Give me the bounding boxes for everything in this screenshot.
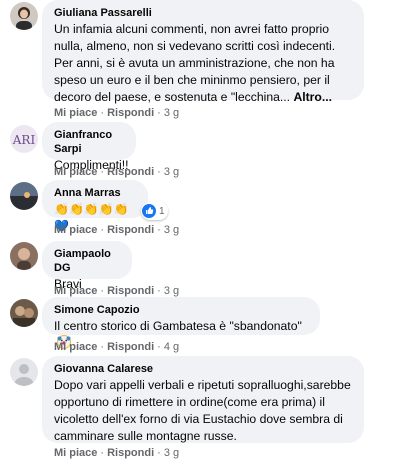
separator: · — [100, 447, 105, 459]
separator: · — [157, 107, 161, 119]
comment-actions: Mi piace · Rispondi · 4 g — [54, 340, 179, 354]
comment-time[interactable]: 4 g — [164, 341, 179, 353]
separator: · — [157, 447, 161, 459]
reaction-count: 1 — [159, 205, 165, 217]
comment-author[interactable]: Anna Marras — [54, 186, 136, 200]
comment-actions: Mi piace · Rispondi · 3 g — [54, 284, 179, 298]
comment-author[interactable]: Gianfranco Sarpi — [54, 128, 124, 156]
like-reaction-icon — [142, 204, 156, 218]
comment-author[interactable]: Giovanna Calarese — [54, 362, 352, 376]
like-button[interactable]: Mi piace — [54, 166, 97, 178]
comment-time[interactable]: 3 g — [164, 107, 179, 119]
separator: · — [157, 224, 161, 236]
separator: · — [100, 341, 105, 353]
avatar[interactable] — [10, 242, 38, 270]
comment-author[interactable]: Giuliana Passarelli — [54, 6, 352, 20]
separator: · — [157, 166, 161, 178]
comment-time[interactable]: 3 g — [164, 285, 179, 297]
like-button[interactable]: Mi piace — [54, 285, 97, 297]
comment-bubble: Simone Capozio Il centro storico di Gamb… — [42, 297, 320, 349]
avatar[interactable] — [10, 358, 38, 386]
comment-actions: Mi piace · Rispondi · 3 g — [54, 106, 179, 120]
comment-actions: Mi piace · Rispondi · 3 g — [54, 446, 179, 460]
reply-button[interactable]: Rispondi — [107, 341, 154, 353]
comment-author[interactable]: Simone Capozio — [54, 303, 308, 317]
separator: · — [100, 107, 105, 119]
like-button[interactable]: Mi piace — [54, 107, 97, 119]
comment-actions: Mi piace · Rispondi · 3 g — [54, 223, 179, 237]
reply-button[interactable]: Rispondi — [107, 166, 154, 178]
separator: · — [157, 285, 161, 297]
avatar[interactable] — [10, 182, 38, 210]
comment-text: Un infamia alcuni commenti, non avrei fa… — [54, 21, 352, 106]
comment-bubble: Giovanna Calarese Dopo vari appelli verb… — [42, 356, 364, 443]
comment-body: Dopo vari appelli verbali e ripetuti sop… — [54, 378, 351, 443]
reaction-summary[interactable]: 1 — [141, 202, 168, 220]
comment-bubble: Anna Marras 👏👏👏👏👏💙 — [42, 180, 148, 233]
comment-time[interactable]: 3 g — [164, 447, 179, 459]
comment-body: Il centro storico di Gambatesa è "sbando… — [54, 319, 302, 333]
avatar[interactable]: ARI — [10, 125, 38, 153]
reply-button[interactable]: Rispondi — [107, 285, 154, 297]
like-button[interactable]: Mi piace — [54, 224, 97, 236]
separator: · — [100, 285, 105, 297]
avatar[interactable] — [10, 299, 38, 327]
comment-bubble: Gianfranco Sarpi Complimenti!! — [42, 122, 136, 172]
comment-actions: Mi piace · Rispondi · 3 g — [54, 165, 179, 179]
separator: · — [100, 166, 105, 178]
comment-bubble: Giampaolo DG Bravi — [42, 241, 132, 291]
comment-bubble: Giuliana Passarelli Un infamia alcuni co… — [42, 0, 364, 104]
separator: · — [100, 224, 105, 236]
like-button[interactable]: Mi piace — [54, 341, 97, 353]
reply-button[interactable]: Rispondi — [107, 107, 154, 119]
comment-author[interactable]: Giampaolo DG — [54, 247, 120, 275]
reply-button[interactable]: Rispondi — [107, 447, 154, 459]
avatar[interactable] — [10, 2, 38, 30]
svg-text:ARI: ARI — [12, 133, 36, 147]
like-button[interactable]: Mi piace — [54, 447, 97, 459]
see-more-link[interactable]: Altro... — [293, 90, 332, 104]
reply-button[interactable]: Rispondi — [107, 224, 154, 236]
comment-time[interactable]: 3 g — [164, 224, 179, 236]
comment-time[interactable]: 3 g — [164, 166, 179, 178]
separator: · — [157, 341, 161, 353]
